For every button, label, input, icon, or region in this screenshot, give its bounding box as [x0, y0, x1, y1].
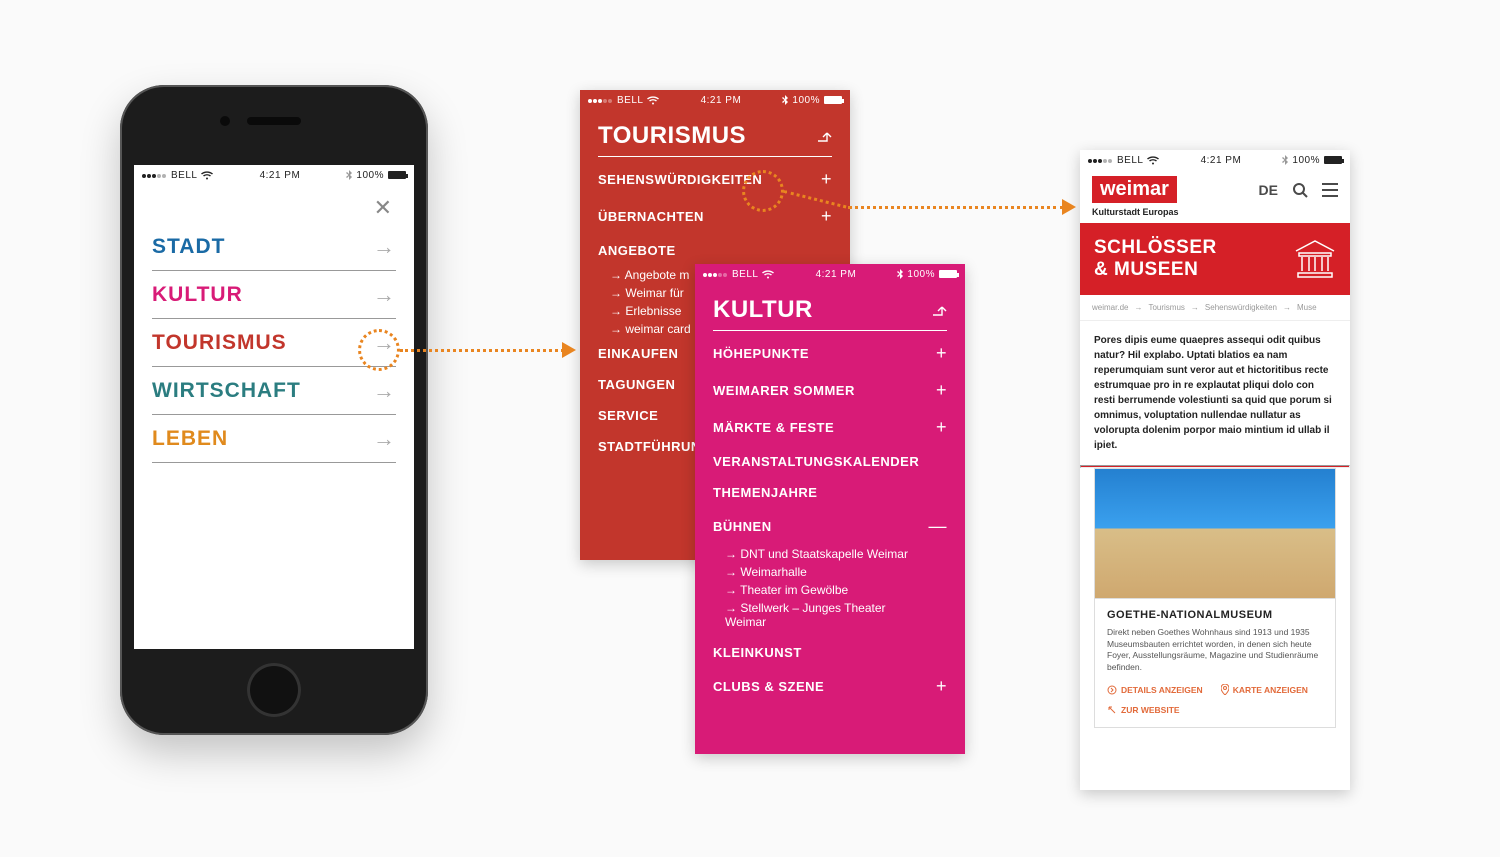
external-link-icon [1107, 705, 1117, 715]
page-title: SCHLÖSSER& MUSEEN [1094, 237, 1217, 281]
details-link[interactable]: DETAILS ANZEIGEN [1107, 684, 1203, 695]
nav-item-stadt[interactable]: STADT → [152, 223, 396, 271]
museum-icon [1294, 239, 1336, 279]
hamburger-icon[interactable] [1322, 183, 1338, 197]
bluetooth-icon [782, 95, 788, 105]
arrow-icon [1062, 199, 1076, 215]
status-bar: BELL 4:21 PM 100% [134, 165, 414, 185]
divider [598, 156, 832, 157]
plus-icon: + [821, 169, 832, 190]
screen-main-nav: BELL 4:21 PM 100% ✕ STADT → KULTUR → TOURISM… [134, 165, 414, 649]
menu-item-sehenswuerdigkeiten[interactable]: SEHENSWÜRDIGKEITEN+ [580, 161, 850, 198]
breadcrumb[interactable]: weimar.de→ Tourismus→ Sehenswürdigkeiten… [1080, 295, 1350, 321]
iphone-device-frame: BELL 4:21 PM 100% ✕ STADT → KULTUR → TOURISM… [120, 85, 428, 735]
battery-pct: 100% [356, 170, 384, 181]
museum-card: GOETHE-NATIONALMUSEUM Direkt neben Goeth… [1094, 468, 1336, 729]
bluetooth-icon [897, 269, 903, 279]
menu-item-buehnen[interactable]: BÜHNEN— [695, 508, 965, 545]
nav-item-label: WIRTSCHAFT [152, 379, 301, 403]
submenu-item[interactable]: Theater im Gewölbe [695, 581, 965, 599]
wifi-icon [1147, 156, 1159, 165]
menu-item-clubs-szene[interactable]: CLUBS & SZENE+ [695, 668, 965, 705]
submenu-item[interactable]: DNT und Staatskapelle Weimar [695, 545, 965, 563]
plus-icon: + [821, 206, 832, 227]
status-bar: BELL 4:21 PM 100% [580, 90, 850, 110]
back-up-icon[interactable] [814, 127, 832, 145]
nav-item-leben[interactable]: LEBEN → [152, 415, 396, 463]
phone-camera-dot [220, 116, 230, 126]
plus-icon: + [936, 343, 947, 364]
nav-item-label: STADT [152, 235, 225, 259]
wifi-icon [647, 96, 659, 105]
callout-connector [400, 349, 564, 352]
language-switch[interactable]: DE [1259, 182, 1278, 198]
callout-connector [848, 206, 1064, 209]
menu-item-kleinkunst[interactable]: KLEINKUNST [695, 637, 965, 668]
menu-item-hoehepunkte[interactable]: HÖHEPUNKTE+ [695, 335, 965, 372]
plus-icon: + [936, 380, 947, 401]
nav-item-label: KULTUR [152, 283, 243, 307]
status-time: 4:21 PM [260, 170, 301, 181]
minus-icon: — [929, 516, 948, 537]
submenu-item[interactable]: Stellwerk – Junges Theater Weimar [695, 599, 965, 631]
website-link[interactable]: ZUR WEBSITE [1107, 705, 1180, 715]
phone-home-button[interactable] [247, 663, 301, 717]
screen-kultur-menu: BELL 4:21 PM 100% KULTUR HÖHEPUNKTE+ WEI… [695, 264, 965, 754]
back-up-icon[interactable] [929, 301, 947, 319]
chevron-right-icon: → [373, 234, 396, 260]
intro-text: Pores dipis eume quaepres assequi odit q… [1080, 321, 1350, 465]
nav-item-wirtschaft[interactable]: WIRTSCHAFT → [152, 367, 396, 415]
brand-tagline: Kulturstadt Europas [1080, 207, 1350, 223]
wifi-icon [201, 171, 213, 180]
chevron-right-icon: → [373, 282, 396, 308]
arrow-icon [562, 342, 576, 358]
chevron-right-icon: → [373, 426, 396, 452]
arrow-circle-icon [1107, 685, 1117, 695]
menu-item-veranstaltungskalender[interactable]: VERANSTALTUNGSKALENDER [695, 446, 965, 477]
section-title: TOURISMUS [598, 122, 746, 150]
search-icon[interactable] [1292, 182, 1308, 198]
status-bar: BELL 4:21 PM 100% [1080, 150, 1350, 170]
close-icon[interactable]: ✕ [152, 193, 396, 223]
bluetooth-icon [1282, 155, 1288, 165]
screen-detail-page: BELL 4:21 PM 100% weimar DE Kulturstadt … [1080, 150, 1350, 790]
callout-circle [358, 329, 400, 371]
card-image [1095, 469, 1335, 599]
callout-circle [742, 170, 784, 212]
nav-item-label: TOURISMUS [152, 331, 287, 355]
menu-item-weimarer-sommer[interactable]: WEIMARER SOMMER+ [695, 372, 965, 409]
brand-logo[interactable]: weimar [1092, 176, 1177, 203]
carrier-label: BELL [171, 170, 197, 181]
section-title: KULTUR [713, 296, 813, 324]
submenu-item[interactable]: Weimarhalle [695, 563, 965, 581]
chevron-right-icon: → [373, 378, 396, 404]
page-banner: SCHLÖSSER& MUSEEN [1080, 223, 1350, 295]
nav-item-kultur[interactable]: KULTUR → [152, 271, 396, 319]
pin-icon [1221, 684, 1229, 695]
plus-icon: + [936, 676, 947, 697]
card-title: GOETHE-NATIONALMUSEUM [1095, 599, 1335, 627]
plus-icon: + [936, 417, 947, 438]
menu-item-uebernachten[interactable]: ÜBERNACHTEN+ [580, 198, 850, 235]
wifi-icon [762, 270, 774, 279]
menu-item-themenjahre[interactable]: THEMENJAHRE [695, 477, 965, 508]
menu-item-maerkte-feste[interactable]: MÄRKTE & FESTE+ [695, 409, 965, 446]
status-bar: BELL 4:21 PM 100% [695, 264, 965, 284]
bluetooth-icon [346, 170, 352, 180]
card-text: Direkt neben Goethes Wohnhaus sind 1913 … [1095, 627, 1335, 685]
nav-item-label: LEBEN [152, 427, 228, 451]
map-link[interactable]: KARTE ANZEIGEN [1221, 684, 1308, 695]
menu-item-angebote[interactable]: ANGEBOTE [580, 235, 850, 266]
divider [713, 330, 947, 331]
